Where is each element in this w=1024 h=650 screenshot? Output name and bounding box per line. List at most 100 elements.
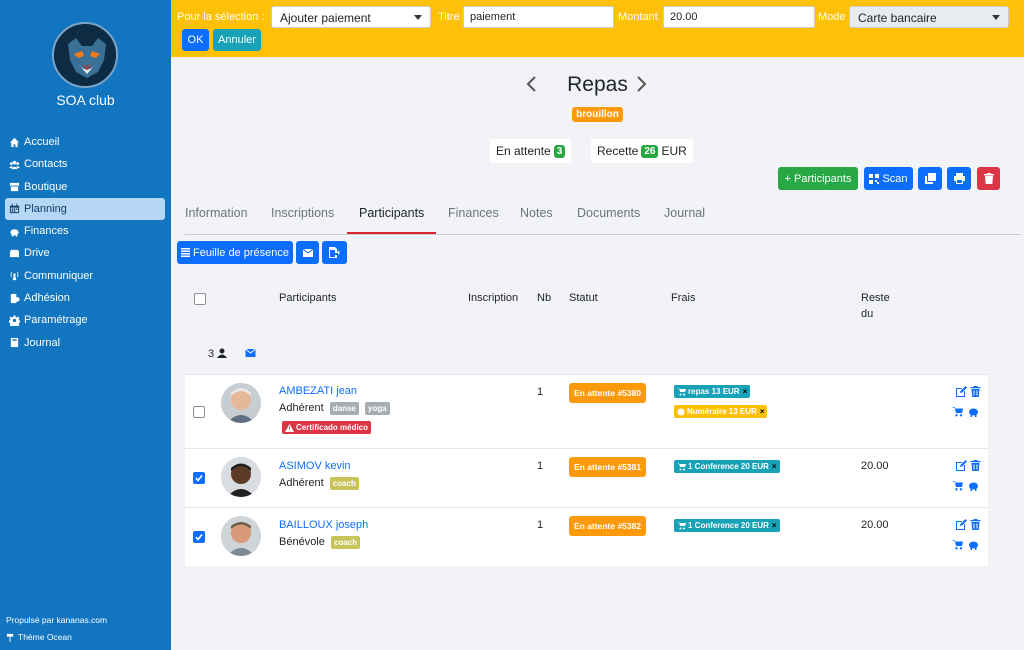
row-checkbox[interactable]: [193, 472, 205, 484]
home-icon: [9, 137, 20, 147]
sidebar-item-accueil[interactable]: Accueil: [5, 131, 165, 153]
tab-notes[interactable]: Notes: [520, 206, 553, 220]
powered-by[interactable]: Propulsé par kananas.com: [6, 615, 107, 625]
event-header: Repas brouillon: [171, 73, 1024, 122]
sidebar-nav: Accueil Contacts Boutique Planning Finan…: [5, 131, 165, 354]
club-logo[interactable]: [52, 22, 118, 88]
tab-inscriptions[interactable]: Inscriptions: [271, 206, 334, 220]
revenue-stat: Recette 26 EUR: [591, 139, 693, 163]
edit-icon[interactable]: [956, 519, 967, 530]
scan-button[interactable]: Scan: [864, 167, 913, 190]
sidebar-item-label: Finances: [24, 225, 69, 238]
tab-information[interactable]: Information: [185, 206, 248, 220]
status-badge[interactable]: En attente #5382: [569, 516, 647, 536]
user-icon: [217, 348, 227, 358]
waiting-count: 3: [553, 144, 566, 158]
trash-icon[interactable]: [970, 519, 981, 530]
event-title: Repas: [567, 73, 628, 96]
participant-name[interactable]: AMBEZATI jean: [279, 385, 357, 397]
cancel-button[interactable]: Annuler: [213, 29, 261, 51]
next-arrow-icon[interactable]: [634, 75, 648, 93]
users-icon: [9, 160, 20, 169]
status-badge[interactable]: En attente #5380: [569, 383, 647, 403]
sidebar-item-label: Planning: [24, 202, 67, 215]
sidebar-item-finances[interactable]: Finances: [5, 220, 165, 242]
waiting-label: En attente: [496, 144, 551, 158]
attendance-sheet-button[interactable]: Feuille de présence: [177, 241, 293, 264]
avatar: [221, 516, 261, 556]
tab-participants[interactable]: Participants: [359, 206, 424, 220]
sidebar-item-parametrage[interactable]: Paramétrage: [5, 309, 165, 331]
sidebar-item-boutique[interactable]: Boutique: [5, 176, 165, 198]
cart-icon[interactable]: [952, 480, 963, 491]
participant-role-line: Bénévole coach: [279, 536, 361, 549]
tag-badge: coach: [330, 536, 361, 549]
select-all-checkbox[interactable]: [194, 293, 206, 305]
amount-input[interactable]: [663, 6, 815, 28]
trash-icon[interactable]: [970, 386, 981, 397]
cart-icon[interactable]: [952, 406, 963, 417]
scan-label: Scan: [882, 172, 908, 185]
row-checkbox[interactable]: [193, 406, 205, 418]
cart-icon: [677, 462, 686, 470]
duplicate-button[interactable]: [918, 167, 942, 190]
delete-button[interactable]: [977, 167, 1000, 190]
remove-fee-icon[interactable]: ×: [743, 387, 748, 396]
calendar-icon: [9, 204, 20, 214]
envelope-icon[interactable]: [245, 349, 256, 357]
theme-link[interactable]: Thème Ocean: [6, 632, 72, 642]
piggy-icon: [10, 228, 19, 237]
ok-button[interactable]: OK: [182, 29, 209, 51]
sidebar-item-planning[interactable]: Planning: [5, 197, 165, 220]
participant-name[interactable]: ASIMOV kevin: [279, 460, 351, 472]
remove-fee-icon[interactable]: ×: [760, 407, 765, 416]
tab-journal[interactable]: Journal: [664, 206, 705, 220]
sidebar-item-drive[interactable]: Drive: [5, 242, 165, 264]
sidebar-item-contacts[interactable]: Contacts: [5, 153, 165, 175]
piggy-icon[interactable]: [968, 480, 979, 491]
title-input[interactable]: [463, 6, 614, 28]
event-tabs: Information Inscriptions Participants Fi…: [185, 201, 1021, 235]
header-reste: Reste: [861, 292, 890, 304]
fee-badge: 1 Conference 20 EUR ×: [674, 460, 780, 473]
tag-badge: coach: [329, 477, 359, 490]
remove-fee-icon[interactable]: ×: [772, 462, 777, 471]
chevron-down-icon: [992, 15, 1000, 20]
revenue-value: 26: [641, 144, 659, 158]
sidebar-item-adhesion[interactable]: Adhésion: [5, 287, 165, 309]
coins-icon: [677, 408, 685, 415]
copy-icon: [924, 173, 936, 184]
avatar: [221, 457, 261, 497]
remove-fee-icon[interactable]: ×: [772, 521, 777, 530]
tab-finances[interactable]: Finances: [448, 206, 499, 220]
cart-icon[interactable]: [952, 539, 963, 550]
tab-documents[interactable]: Documents: [577, 206, 640, 220]
print-button[interactable]: [947, 167, 971, 190]
qr-icon: [869, 173, 880, 184]
export-button[interactable]: [322, 241, 347, 264]
add-participants-button[interactable]: + Participants: [778, 167, 858, 190]
piggy-icon[interactable]: [968, 539, 979, 550]
participant-role: Adhérent: [279, 402, 324, 414]
participant-name[interactable]: BAILLOUX joseph: [279, 519, 368, 531]
edit-icon[interactable]: [956, 386, 967, 397]
sidebar-item-label: Accueil: [24, 136, 60, 148]
status-badge[interactable]: En attente #5381: [569, 457, 647, 477]
mode-select[interactable]: Carte bancaire: [849, 6, 1009, 28]
sidebar-item-label: Drive: [24, 247, 50, 260]
fee-label: repas 13 EUR: [688, 387, 740, 396]
edit-icon[interactable]: [956, 460, 967, 471]
selection-label: Pour la sélection :: [177, 11, 265, 23]
tag-badge: danse: [329, 402, 359, 415]
theme-label: Thème Ocean: [18, 632, 72, 642]
sidebar-item-journal[interactable]: Journal: [5, 332, 165, 354]
piggy-icon[interactable]: [968, 406, 979, 417]
check-icon: [195, 475, 203, 482]
attendance-label: Feuille de présence: [192, 246, 289, 259]
row-checkbox[interactable]: [193, 531, 205, 543]
trash-icon[interactable]: [970, 460, 981, 471]
action-select[interactable]: Ajouter paiement: [271, 6, 431, 28]
sidebar-item-communiquer[interactable]: Communiquer: [5, 265, 165, 287]
email-button[interactable]: [296, 241, 319, 264]
fee-label: 1 Conference 20 EUR: [688, 462, 769, 471]
